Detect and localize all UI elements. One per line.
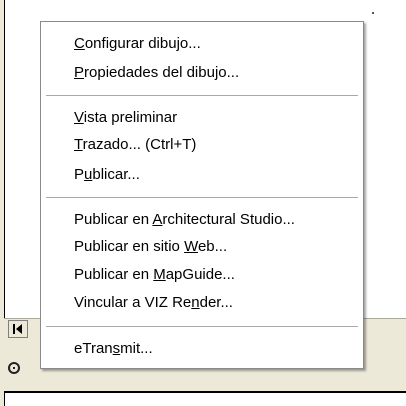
menu-item-accelerator: n <box>191 294 200 311</box>
menu-separator <box>46 197 358 198</box>
menu-separator <box>46 95 358 96</box>
menu-item-propiedades-del-dibujo[interactable]: Propiedades del dibujo... <box>74 62 239 84</box>
menu-item-text-before: Vincular a VIZ Re <box>74 294 192 311</box>
menu-item-accelerator: M <box>153 266 166 283</box>
menu-item-text-before: eTran <box>74 340 113 357</box>
menu-item-text-before: Publicar en <box>74 211 153 228</box>
snap-status-icon[interactable] <box>8 362 20 374</box>
menu-item-accelerator: P <box>74 64 85 81</box>
scroll-first-arrow <box>16 324 22 334</box>
menu-item-text-after: mit... <box>120 340 153 357</box>
context-menu: Configurar dibujo... Propiedades del dib… <box>40 21 364 369</box>
menu-item-text-after: razado... (Ctrl+T) <box>82 136 197 153</box>
menu-item-vincular-viz-render[interactable]: Vincular a VIZ Render... <box>74 292 233 314</box>
menu-item-text-after: eb... <box>197 238 228 255</box>
menu-item-accelerator: A <box>152 211 163 228</box>
menu-item-accelerator: T <box>74 136 83 153</box>
menu-item-text-after: rchitectural Studio... <box>162 211 295 228</box>
menu-item-accelerator: C <box>74 35 85 52</box>
scroll-first-button[interactable] <box>8 320 28 338</box>
menu-item-text-after: der... <box>199 294 233 311</box>
menu-item-accelerator: W <box>184 238 198 255</box>
menu-separator <box>46 326 358 327</box>
status-bar-bottom-border <box>4 391 406 393</box>
menu-item-text-before: P <box>74 166 85 183</box>
menu-item-publicar-sitio-web[interactable]: Publicar en sitio Web... <box>74 236 227 258</box>
menu-item-accelerator: V <box>74 109 84 126</box>
menu-item-text-before: Publicar en <box>74 266 154 283</box>
menu-item-trazado[interactable]: Trazado... (Ctrl+T) <box>74 134 196 156</box>
canvas-point <box>372 12 374 14</box>
menu-item-text-after: apGuide... <box>165 266 235 283</box>
menu-item-configurar-dibujo[interactable]: Configurar dibujo... <box>74 33 201 55</box>
menu-item-etransmit[interactable]: eTransmit... <box>74 338 153 360</box>
menu-item-publicar[interactable]: Publicar... <box>74 164 140 186</box>
menu-item-text-after: ista preliminar <box>83 109 178 126</box>
menu-item-text-after: ropiedades del dibujo... <box>84 64 240 81</box>
menu-item-text-after: onfigurar dibujo... <box>84 35 201 52</box>
menu-item-vista-preliminar[interactable]: Vista preliminar <box>74 107 177 129</box>
menu-item-text-before: Publicar en sitio <box>74 238 185 255</box>
menu-item-text-after: blicar... <box>92 166 140 183</box>
menu-item-publicar-architectural-studio[interactable]: Publicar en Architectural Studio... <box>74 209 295 231</box>
scroll-first-icon <box>13 324 15 334</box>
menu-item-publicar-mapguide[interactable]: Publicar en MapGuide... <box>74 264 235 286</box>
